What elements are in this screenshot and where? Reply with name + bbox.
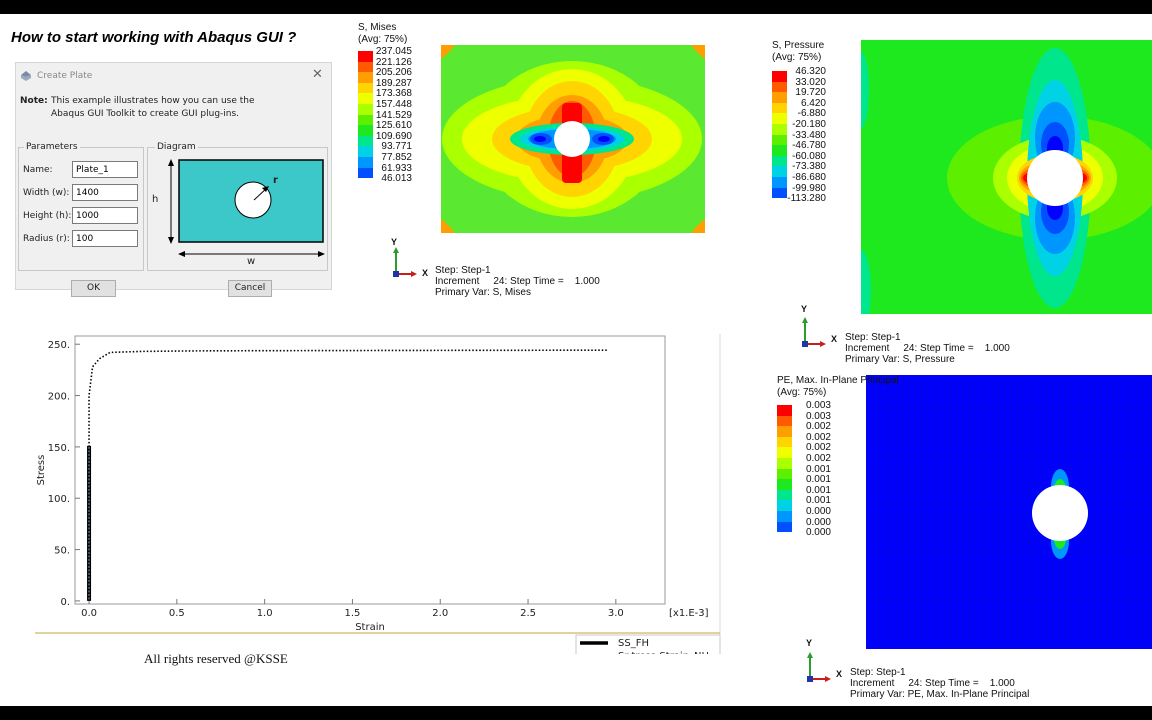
name-field[interactable] — [72, 161, 138, 178]
pe-axis-x-label: X — [836, 669, 843, 679]
x-tick-label: 0.0 — [81, 608, 97, 619]
radius-label: Radius (r): — [23, 234, 70, 244]
pressure-axis-y-label: Y — [801, 304, 808, 314]
mises-legend-value: 237.045 — [375, 46, 412, 57]
pe-primary-var: Primary Var: PE, Max. In-Plane Principal — [850, 689, 1030, 700]
x-tick-label: 1.5 — [344, 608, 360, 619]
pe-increment-info: Increment 24: Step Time = 1.000 — [850, 678, 1015, 689]
pressure-increment-info: Increment 24: Step Time = 1.000 — [845, 343, 1010, 354]
pe-legend-value: 0.002 — [805, 453, 831, 464]
dialog-title: Create Plate — [37, 71, 93, 81]
plot-frame — [74, 335, 666, 605]
pressure-triad-icon — [802, 317, 826, 347]
mises-increment-info: Increment 24: Step Time = 1.000 — [435, 276, 600, 287]
pressure-contour-plot — [861, 40, 1152, 314]
pe-legend-value: 0.000 — [805, 506, 831, 517]
copyright-footer: All rights reserved @KSSE — [144, 651, 288, 666]
y-tick-label: 200. — [48, 392, 70, 403]
pe-step-info: Step: Step-1 — [850, 667, 906, 678]
note-label: Note: — [20, 96, 48, 106]
note-line-2: Abaqus GUI Toolkit to create GUI plug-in… — [51, 109, 240, 119]
slide-canvas: How to start working with Abaqus GUI ? C… — [0, 14, 1152, 706]
y-tick-label: 150. — [48, 443, 70, 454]
x-tick-label: 0.5 — [169, 608, 185, 619]
plate-diagram — [168, 159, 325, 257]
pe-legend-title: PE, Max. In-Plane Principal — [777, 375, 899, 386]
diagram-r-label: r — [273, 175, 278, 186]
y-axis-title: Stress — [36, 455, 47, 486]
mises-primary-var: Primary Var: S, Mises — [435, 287, 531, 298]
pe-legend-subtitle: (Avg: 75%) — [777, 387, 827, 398]
mises-legend-value: 46.013 — [381, 173, 412, 185]
x-tick-label: 2.0 — [432, 608, 448, 619]
pressure-legend-value: -86.680 — [792, 172, 826, 183]
pressure-primary-var: Primary Var: S, Pressure — [845, 354, 955, 365]
y-tick-label: 0. — [60, 597, 70, 608]
parameters-label: Parameters — [24, 142, 80, 152]
note-line-1: This example illustrates how you can use… — [51, 96, 255, 106]
series-nh-line — [88, 349, 608, 601]
page-title: How to start working with Abaqus GUI ? — [11, 29, 297, 46]
width-field[interactable] — [72, 184, 138, 201]
stress-strain-chart: 0.0 0.5 1.0 1.5 2.0 2.5 3.0 0. 50. 100. 150. 200. 25… — [35, 334, 721, 654]
height-label: Height (h): — [23, 211, 72, 221]
pressure-legend-value: -113.280 — [787, 193, 826, 205]
pressure-step-info: Step: Step-1 — [845, 332, 901, 343]
pressure-legend-subtitle: (Avg: 75%) — [772, 52, 822, 63]
plugin-icon — [21, 71, 31, 81]
pe-contour-plot — [866, 375, 1152, 649]
pe-legend-value: 0.000 — [805, 527, 831, 539]
diagram-w-label: w — [247, 256, 256, 267]
mises-axis-y-label: Y — [391, 237, 398, 247]
cancel-button[interactable]: Cancel — [228, 280, 272, 297]
pressure-legend-value: -20.180 — [792, 119, 826, 130]
x-axis-title: Strain — [355, 622, 385, 633]
pressure-legend-value: 46.320 — [795, 66, 826, 77]
y-tick-label: 50. — [54, 546, 70, 557]
legend-nh-label: Sr-tress-Strain_NH — [618, 651, 709, 654]
mises-legend-title: S, Mises — [358, 22, 397, 33]
pe-triad-icon — [807, 652, 831, 682]
pe-axis-y-label: Y — [806, 638, 813, 648]
radius-field[interactable] — [72, 230, 138, 247]
mises-contour-plot — [441, 45, 705, 233]
name-label: Name: — [23, 165, 53, 175]
pe-legend-value: 0.003 — [805, 400, 831, 411]
diagram-h-label: h — [152, 194, 159, 205]
mises-axis-x-label: X — [422, 268, 429, 278]
mises-step-info: Step: Step-1 — [435, 265, 491, 276]
close-icon[interactable]: ✕ — [312, 67, 323, 82]
mises-legend-subtitle: (Avg: 75%) — [358, 34, 408, 45]
x-tick-label: 1.0 — [257, 608, 273, 619]
y-tick-label: 250. — [48, 340, 70, 351]
y-tick-label: 100. — [48, 494, 70, 505]
x-tick-label: 3.0 — [608, 608, 624, 619]
width-label: Width (w): — [23, 188, 70, 198]
height-field[interactable] — [72, 207, 138, 224]
x-scale-label: [x1.E-3] — [669, 608, 709, 619]
mises-legend-value: 157.448 — [375, 99, 412, 110]
x-tick-label: 2.5 — [520, 608, 536, 619]
pressure-legend-title: S, Pressure — [772, 40, 825, 51]
ok-button[interactable]: OK — [71, 280, 116, 297]
mises-legend-value: 77.852 — [381, 152, 412, 163]
create-plate-dialog: Create Plate ✕ Note: This example illust… — [15, 62, 332, 297]
pressure-axis-x-label: X — [831, 334, 838, 344]
legend-ss-fh-label: SS_FH — [618, 638, 649, 649]
